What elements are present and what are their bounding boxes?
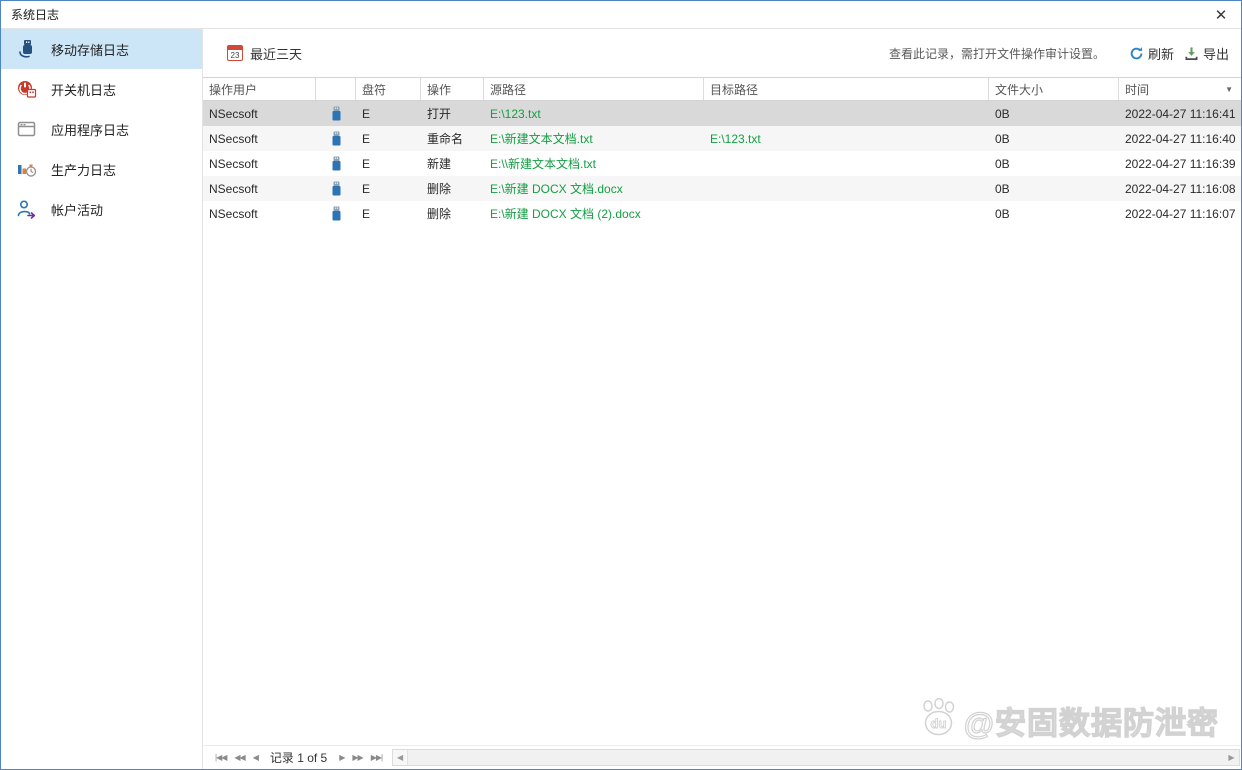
sidebar-item-label: 生产力日志	[51, 160, 116, 179]
cell-operation: 重命名	[421, 126, 484, 151]
cell-operation: 打开	[421, 101, 484, 126]
table-row[interactable]: NSecsoft E 删除 E:\新建 DOCX 文档 (2).docx 0B …	[203, 201, 1241, 226]
sidebar-item-label: 开关机日志	[51, 80, 116, 99]
cell-user: NSecsoft	[203, 101, 316, 126]
cell-time: 2022-04-27 11:16:07	[1119, 201, 1241, 226]
cell-file-size: 0B	[989, 176, 1119, 201]
refresh-icon	[1129, 46, 1144, 61]
fast-prev-button[interactable]: ◀◀	[234, 753, 244, 762]
cell-time: 2022-04-27 11:16:08	[1119, 176, 1241, 201]
cell-operation: 删除	[421, 201, 484, 226]
pagination-bar: |◀◀ ◀◀ ◀ 记录 1 of 5 ▶ ▶▶ ▶▶| ◀ ▶	[203, 745, 1241, 769]
date-filter[interactable]: 23 最近三天	[227, 44, 302, 63]
column-header-icon[interactable]	[316, 78, 356, 100]
usb-device-icon	[316, 126, 356, 151]
toolbar: 23 最近三天 查看此记录，需打开文件操作审计设置。 刷新	[203, 29, 1241, 77]
system-log-window: 系统日志 ✕ 移动存储日志	[0, 0, 1242, 770]
column-header-target-path[interactable]: 目标路径	[704, 78, 989, 100]
record-count-text: 记录 1 of 5	[270, 749, 327, 766]
sidebar-item-productivity-log[interactable]: 生产力日志	[1, 149, 202, 189]
cell-target-path	[704, 201, 989, 226]
export-button[interactable]: 导出	[1184, 44, 1229, 63]
column-header-user[interactable]: 操作用户	[203, 78, 316, 100]
table-row[interactable]: NSecsoft E 打开 E:\123.txt 0B 2022-04-27 1…	[203, 101, 1241, 126]
table-empty-area	[203, 226, 1241, 745]
usb-device-icon	[316, 176, 356, 201]
usb-device-icon	[316, 151, 356, 176]
usb-device-icon	[316, 201, 356, 226]
cell-drive: E	[356, 126, 421, 151]
cell-operation: 删除	[421, 176, 484, 201]
next-page-button[interactable]: ▶	[339, 753, 344, 762]
fast-next-button[interactable]: ▶▶	[352, 753, 362, 762]
table-row[interactable]: NSecsoft E 删除 E:\新建 DOCX 文档.docx 0B 2022…	[203, 176, 1241, 201]
cell-time: 2022-04-27 11:16:41	[1119, 101, 1241, 126]
cell-target-path: E:\123.txt	[704, 126, 989, 151]
cell-target-path	[704, 101, 989, 126]
table-row[interactable]: NSecsoft E 新建 E:\\新建文本文档.txt 0B 2022-04-…	[203, 151, 1241, 176]
cell-drive: E	[356, 176, 421, 201]
power-log-icon	[16, 79, 38, 99]
scroll-left-icon[interactable]: ◀	[393, 750, 408, 765]
cell-drive: E	[356, 151, 421, 176]
cell-drive: E	[356, 201, 421, 226]
sidebar-item-removable-storage-log[interactable]: 移动存储日志	[1, 29, 202, 69]
cell-file-size: 0B	[989, 201, 1119, 226]
cell-source-path: E:\新建 DOCX 文档 (2).docx	[484, 201, 704, 226]
main-panel: 23 最近三天 查看此记录，需打开文件操作审计设置。 刷新	[203, 29, 1241, 769]
cell-time: 2022-04-27 11:16:40	[1119, 126, 1241, 151]
prev-page-button[interactable]: ◀	[253, 753, 258, 762]
column-header-file-size[interactable]: 文件大小	[989, 78, 1119, 100]
cell-target-path	[704, 151, 989, 176]
cell-file-size: 0B	[989, 101, 1119, 126]
cell-drive: E	[356, 101, 421, 126]
cell-user: NSecsoft	[203, 126, 316, 151]
title-bar: 系统日志 ✕	[1, 1, 1241, 29]
cell-target-path	[704, 176, 989, 201]
first-page-button[interactable]: |◀◀	[215, 753, 226, 762]
scroll-right-icon[interactable]: ▶	[1224, 750, 1239, 765]
sidebar-item-account-activity[interactable]: 帐户活动	[1, 189, 202, 229]
productivity-icon	[16, 159, 38, 179]
cell-file-size: 0B	[989, 151, 1119, 176]
column-header-time[interactable]: 时间 ▼	[1119, 78, 1241, 100]
app-window-icon	[16, 119, 38, 139]
table-header: 操作用户 盘符 操作 源路径 目标路径 文件大小 时间 ▼	[203, 77, 1241, 101]
cell-source-path: E:\新建 DOCX 文档.docx	[484, 176, 704, 201]
cell-source-path: E:\新建文本文档.txt	[484, 126, 704, 151]
account-activity-icon	[16, 199, 38, 219]
table-row[interactable]: NSecsoft E 重命名 E:\新建文本文档.txt E:\123.txt …	[203, 126, 1241, 151]
column-header-operation[interactable]: 操作	[421, 78, 484, 100]
download-icon	[1184, 46, 1199, 61]
sort-arrow-icon[interactable]: ▼	[1225, 86, 1233, 94]
window-title: 系统日志	[1, 6, 59, 23]
column-header-source-path[interactable]: 源路径	[484, 78, 704, 100]
cell-source-path: E:\123.txt	[484, 101, 704, 126]
sidebar-item-label: 应用程序日志	[51, 120, 129, 139]
calendar-icon: 23	[227, 45, 243, 61]
horizontal-scrollbar[interactable]: ◀ ▶	[392, 749, 1240, 766]
audit-notice-text: 查看此记录，需打开文件操作审计设置。	[889, 45, 1105, 62]
cell-operation: 新建	[421, 151, 484, 176]
sidebar-item-application-log[interactable]: 应用程序日志	[1, 109, 202, 149]
sidebar-item-power-log[interactable]: 开关机日志	[1, 69, 202, 109]
refresh-button[interactable]: 刷新	[1129, 44, 1174, 63]
sidebar: 移动存储日志 开关机日志	[1, 29, 203, 769]
cell-file-size: 0B	[989, 126, 1119, 151]
cell-user: NSecsoft	[203, 151, 316, 176]
date-filter-label: 最近三天	[250, 44, 302, 63]
cell-time: 2022-04-27 11:16:39	[1119, 151, 1241, 176]
column-header-drive[interactable]: 盘符	[356, 78, 421, 100]
sidebar-item-label: 帐户活动	[51, 200, 103, 219]
usb-drive-icon	[16, 39, 38, 59]
cell-user: NSecsoft	[203, 176, 316, 201]
usb-device-icon	[316, 101, 356, 126]
last-page-button[interactable]: ▶▶|	[371, 753, 382, 762]
close-icon[interactable]: ✕	[1201, 1, 1241, 28]
sidebar-item-label: 移动存储日志	[51, 40, 129, 59]
cell-source-path: E:\\新建文本文档.txt	[484, 151, 704, 176]
cell-user: NSecsoft	[203, 201, 316, 226]
